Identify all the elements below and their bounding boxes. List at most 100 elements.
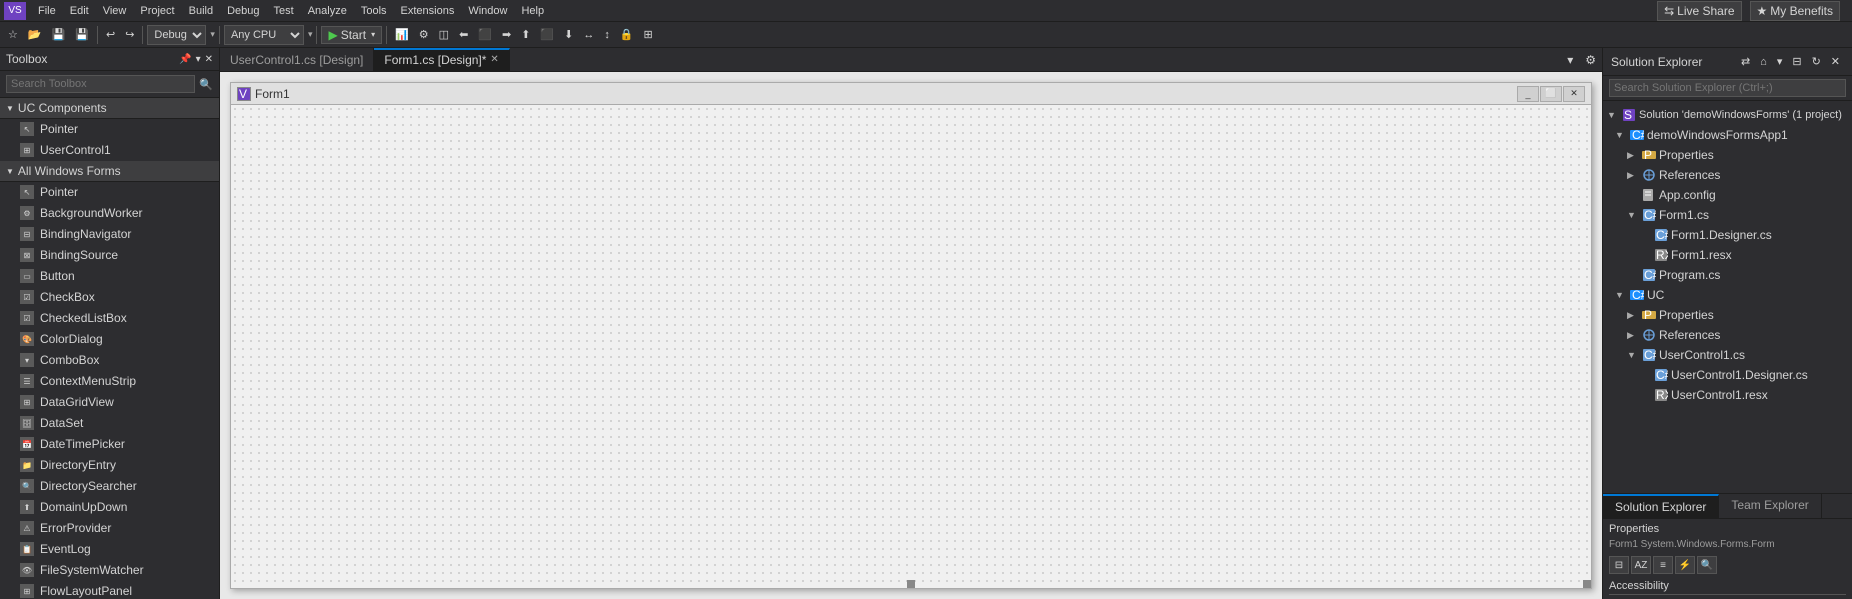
align-right-button[interactable]: ➡ [498,26,515,43]
tree-usercontrol1-resx[interactable]: ▶ RX UserControl1.resx [1603,385,1852,405]
my-benefits-button[interactable]: ★ My Benefits [1750,1,1840,21]
tree-form1-designer[interactable]: ▶ C# Form1.Designer.cs [1603,225,1852,245]
align-middle-button[interactable]: ⬛ [536,26,558,43]
save-all-button[interactable]: 💾 [71,26,93,43]
menu-view[interactable]: View [97,3,133,19]
align-center-button[interactable]: ⬛ [474,26,496,43]
menu-help[interactable]: Help [515,3,550,19]
form-body[interactable] [231,105,1591,588]
toolbox-item-directorysearcher[interactable]: 🔍 DirectorySearcher [0,476,219,497]
toolbox-item-errorprovider[interactable]: ⚠ ErrorProvider [0,518,219,539]
toolbox-item-button[interactable]: ▭ Button [0,266,219,287]
align-top-button[interactable]: ⬆ [517,26,534,43]
solution-close-button[interactable]: ✕ [1827,53,1844,70]
align-left-button[interactable]: ⬅ [455,26,472,43]
toolbox-item-datetimepicker[interactable]: 📅 DateTimePicker [0,434,219,455]
run-button[interactable]: ▶ Start ▾ [321,26,382,44]
toolbox-item-dataset[interactable]: 🗄 DataSet [0,413,219,434]
toolbox-item-backgroundworker[interactable]: ⚙ BackgroundWorker [0,203,219,224]
prop-categories-button[interactable]: ⊟ [1609,556,1629,574]
toolbox-item-bindingnavigator[interactable]: ⊟ BindingNavigator [0,224,219,245]
menu-extensions[interactable]: Extensions [395,3,461,19]
menu-debug[interactable]: Debug [221,3,265,19]
toolbox-item-eventlog[interactable]: 📋 EventLog [0,539,219,560]
toolbox-group-uc[interactable]: ▼ UC Components [0,98,219,119]
solution-refresh-button[interactable]: ↻ [1808,53,1825,70]
tree-form1cs[interactable]: ▼ C# Form1.cs [1603,205,1852,225]
align-bottom-button[interactable]: ⬇ [560,26,577,43]
menu-test[interactable]: Test [268,3,300,19]
toolbox-item-checkbox[interactable]: ☑ CheckBox [0,287,219,308]
menu-file[interactable]: File [32,3,62,19]
tab-dropdown-button[interactable]: ▾ [1561,51,1579,69]
solution-sync-button[interactable]: ⇄ [1737,53,1754,70]
tree-usercontrol1-designer[interactable]: ▶ C# UserControl1.Designer.cs [1603,365,1852,385]
tree-references-1[interactable]: ▶ References [1603,165,1852,185]
lock-button[interactable]: 🔒 [616,26,638,43]
toolbox-item-contextmenustrip[interactable]: ☰ ContextMenuStrip [0,371,219,392]
toolbox-item-bindingsource[interactable]: ⊠ BindingSource [0,245,219,266]
live-share-button[interactable]: ⇆ Live Share [1657,1,1741,21]
open-button[interactable]: 📂 [24,26,46,43]
solution-search-input[interactable] [1609,79,1846,97]
tree-usercontrol1cs[interactable]: ▼ C# UserControl1.cs [1603,345,1852,365]
save-button[interactable]: 💾 [48,26,70,43]
size-height-button[interactable]: ↕ [600,27,614,43]
toolbox-item-datagridview[interactable]: ⊞ DataGridView [0,392,219,413]
toolbox-item-pointer[interactable]: ↖ Pointer [0,182,219,203]
prop-properties-button[interactable]: ≡ [1653,556,1673,574]
tree-properties-2[interactable]: ▶ P Properties [1603,305,1852,325]
tab-form1-design[interactable]: Form1.cs [Design]* ✕ [374,48,509,71]
cpu-select[interactable]: Any CPU [224,25,304,45]
menu-window[interactable]: Window [462,3,513,19]
designer-bg[interactable]: V Form1 _ ⬜ ✕ [220,72,1602,599]
prop-events-button[interactable]: ⚡ [1675,556,1695,574]
toolbox-item-colordialog[interactable]: 🎨 ColorDialog [0,329,219,350]
solution-collapse-button[interactable]: ⊟ [1788,53,1805,70]
toolbox-item-flowlayoutpanel[interactable]: ⊞ FlowLayoutPanel [0,581,219,599]
tree-project-uc[interactable]: ▼ C# UC [1603,285,1852,305]
redo-button[interactable]: ↪ [121,26,138,43]
format-button[interactable]: ◫ [435,26,453,43]
toolbox-item-directoryentry[interactable]: 📁 DirectoryEntry [0,455,219,476]
search-toolbox-input[interactable] [6,75,195,93]
tab-order-button[interactable]: ⊞ [640,26,657,43]
toolbox-group-winforms[interactable]: ▼ All Windows Forms [0,161,219,182]
tree-solution-root[interactable]: ▼ S Solution 'demoWindowsForms' (1 proje… [1603,105,1852,125]
attach-button[interactable]: ⚙ [415,26,433,43]
tab-team-explorer[interactable]: Team Explorer [1719,494,1821,518]
resize-handle-bottom[interactable] [907,580,915,588]
menu-build[interactable]: Build [183,3,219,19]
tree-appconfig[interactable]: ▶ App.config [1603,185,1852,205]
diagnostics-button[interactable]: 📊 [391,26,413,43]
menu-analyze[interactable]: Analyze [302,3,353,19]
prop-alpha-button[interactable]: AZ [1631,556,1651,574]
solution-home-button[interactable]: ⌂ [1756,53,1771,70]
tree-properties-1[interactable]: ▶ P Properties [1603,145,1852,165]
tree-references-2[interactable]: ▶ References [1603,325,1852,345]
vs-logo[interactable]: VS [4,2,26,20]
tab-settings-button[interactable]: ⚙ [1579,51,1602,69]
size-width-button[interactable]: ↔ [579,27,598,43]
prop-search-button[interactable]: 🔍 [1697,556,1717,574]
toolbox-close-icon[interactable]: ✕ [205,54,213,65]
toolbox-menu-icon[interactable]: ▾ [196,54,201,65]
resize-handle-se[interactable] [1583,580,1591,588]
menu-project[interactable]: Project [134,3,180,19]
toolbox-item-combobox[interactable]: ▾ ComboBox [0,350,219,371]
tab-solution-explorer[interactable]: Solution Explorer [1603,494,1719,518]
toolbox-item-pointer-uc[interactable]: ↖ Pointer [0,119,219,140]
toolbox-item-checkedlistbox[interactable]: ☑ CheckedListBox [0,308,219,329]
new-project-button[interactable]: ☆ [4,26,22,43]
menu-tools[interactable]: Tools [355,3,393,19]
undo-button[interactable]: ↩ [102,26,119,43]
menu-edit[interactable]: Edit [64,3,95,19]
toolbox-item-domainupdown[interactable]: ⬆ DomainUpDown [0,497,219,518]
tree-project-demo[interactable]: ▼ C# demoWindowsFormsApp1 [1603,125,1852,145]
tab-usercontrol1-design[interactable]: UserControl1.cs [Design] [220,48,374,71]
toolbox-item-filesystemwatcher[interactable]: 👁 FileSystemWatcher [0,560,219,581]
tree-form1-resx[interactable]: ▶ RX Form1.resx [1603,245,1852,265]
toolbox-pin-icon[interactable]: 📌 [179,54,191,65]
debug-config-select[interactable]: Debug [147,25,206,45]
tree-programcs[interactable]: ▶ C# Program.cs [1603,265,1852,285]
